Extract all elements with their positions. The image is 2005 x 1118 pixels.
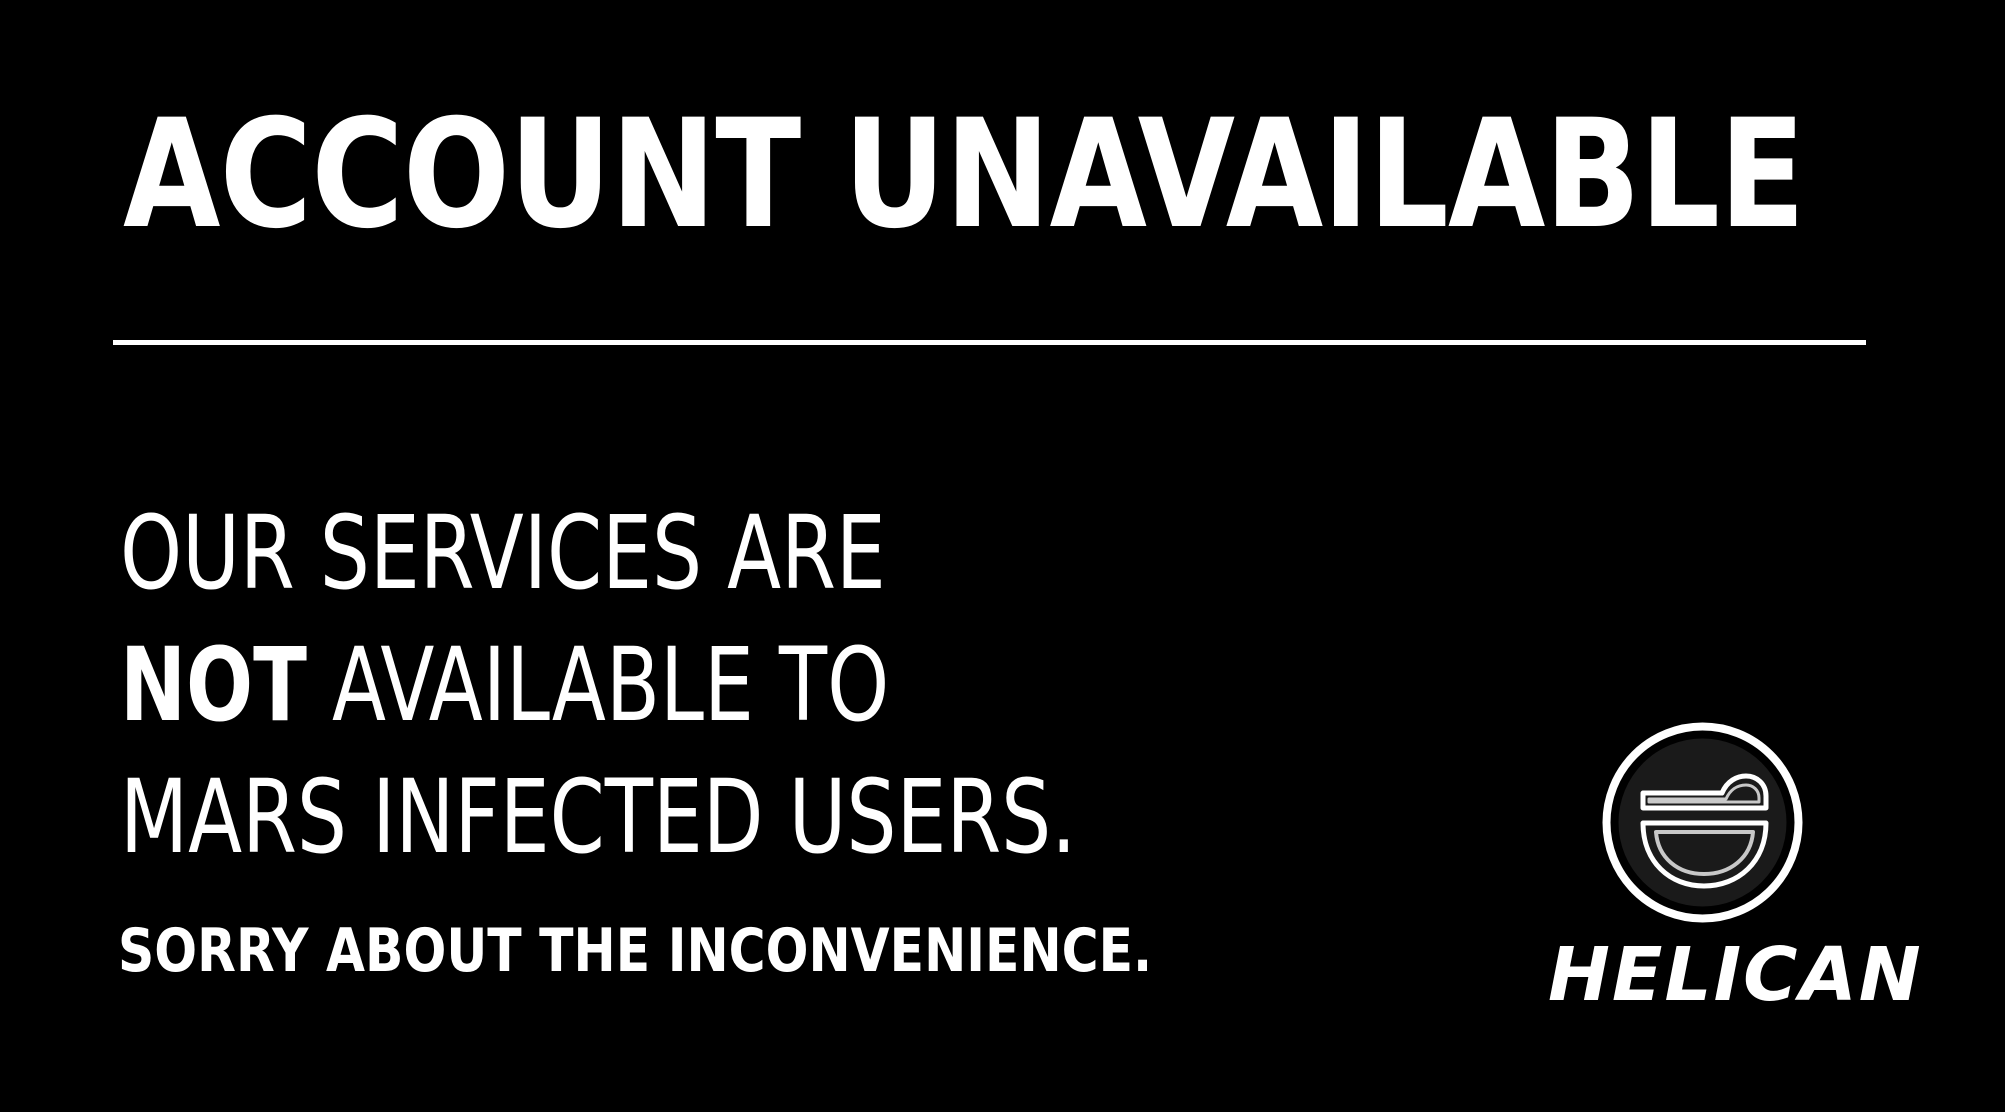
message-line-3: MARS INFECTED USERS. [120, 758, 1077, 877]
brand-name: HELICAN [1548, 932, 1923, 1018]
unavailable-message: OUR SERVICES ARE NOT AVAILABLE TO MARS I… [120, 488, 1076, 884]
message-line-1: OUR SERVICES ARE [120, 494, 886, 613]
message-line-2-rest: AVAILABLE TO [306, 626, 890, 745]
title-divider [113, 340, 1866, 345]
page-title: ACCOUNT UNAVAILABLE [123, 88, 1805, 262]
message-emphasis: NOT [120, 626, 307, 745]
account-unavailable-screen: ACCOUNT UNAVAILABLE OUR SERVICES ARE NOT… [0, 0, 2005, 1112]
apology-text: SORRY ABOUT THE INCONVENIENCE. [118, 916, 1153, 986]
message-line-2: NOT AVAILABLE TO [120, 620, 1076, 752]
bottom-edge [0, 1112, 2005, 1118]
helican-logo-icon [1602, 722, 1803, 923]
